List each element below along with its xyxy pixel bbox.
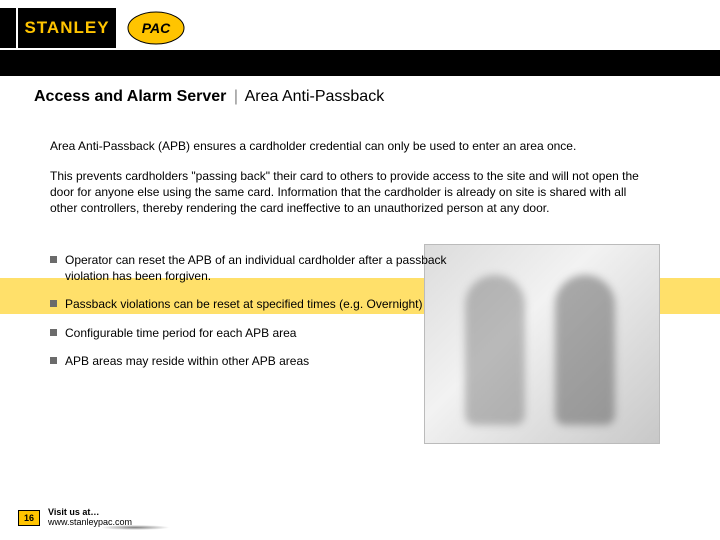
header-black-bar (0, 50, 720, 76)
bullet-text: APB areas may reside within other APB ar… (65, 353, 480, 369)
bullet-text: Operator can reset the APB of an individ… (65, 252, 480, 284)
bullet-text: Configurable time period for each APB ar… (65, 325, 480, 341)
intro-para-2: This prevents cardholders "passing back"… (50, 168, 650, 217)
list-item: Operator can reset the APB of an individ… (50, 252, 480, 284)
square-bullet-icon (50, 329, 57, 336)
bullet-text: Passback violations can be reset at spec… (65, 296, 480, 312)
slide-title-row: Access and Alarm Server | Area Anti-Pass… (34, 88, 384, 106)
list-item: Configurable time period for each APB ar… (50, 325, 480, 341)
title-sep: | (231, 88, 241, 105)
square-bullet-icon (50, 300, 57, 307)
footer-visit-label: Visit us at… (48, 507, 99, 517)
stanley-logo: STANLEY (18, 8, 116, 48)
title-sub: Area Anti-Passback (245, 88, 385, 105)
page-number-badge: 16 (18, 510, 40, 526)
intro-para-1: Area Anti-Passback (APB) ensures a cardh… (50, 138, 630, 154)
footer-shadow (100, 525, 170, 530)
pac-logo: PAC (126, 10, 186, 46)
title-main: Access and Alarm Server (34, 88, 226, 105)
square-bullet-icon (50, 357, 57, 364)
bullet-list: Operator can reset the APB of an individ… (50, 252, 480, 381)
pac-logo-text: PAC (142, 20, 171, 36)
list-item: Passback violations can be reset at spec… (50, 296, 480, 312)
square-bullet-icon (50, 256, 57, 263)
header-black-tab (0, 8, 16, 48)
list-item: APB areas may reside within other APB ar… (50, 353, 480, 369)
stanley-logo-text: STANLEY (24, 18, 109, 38)
